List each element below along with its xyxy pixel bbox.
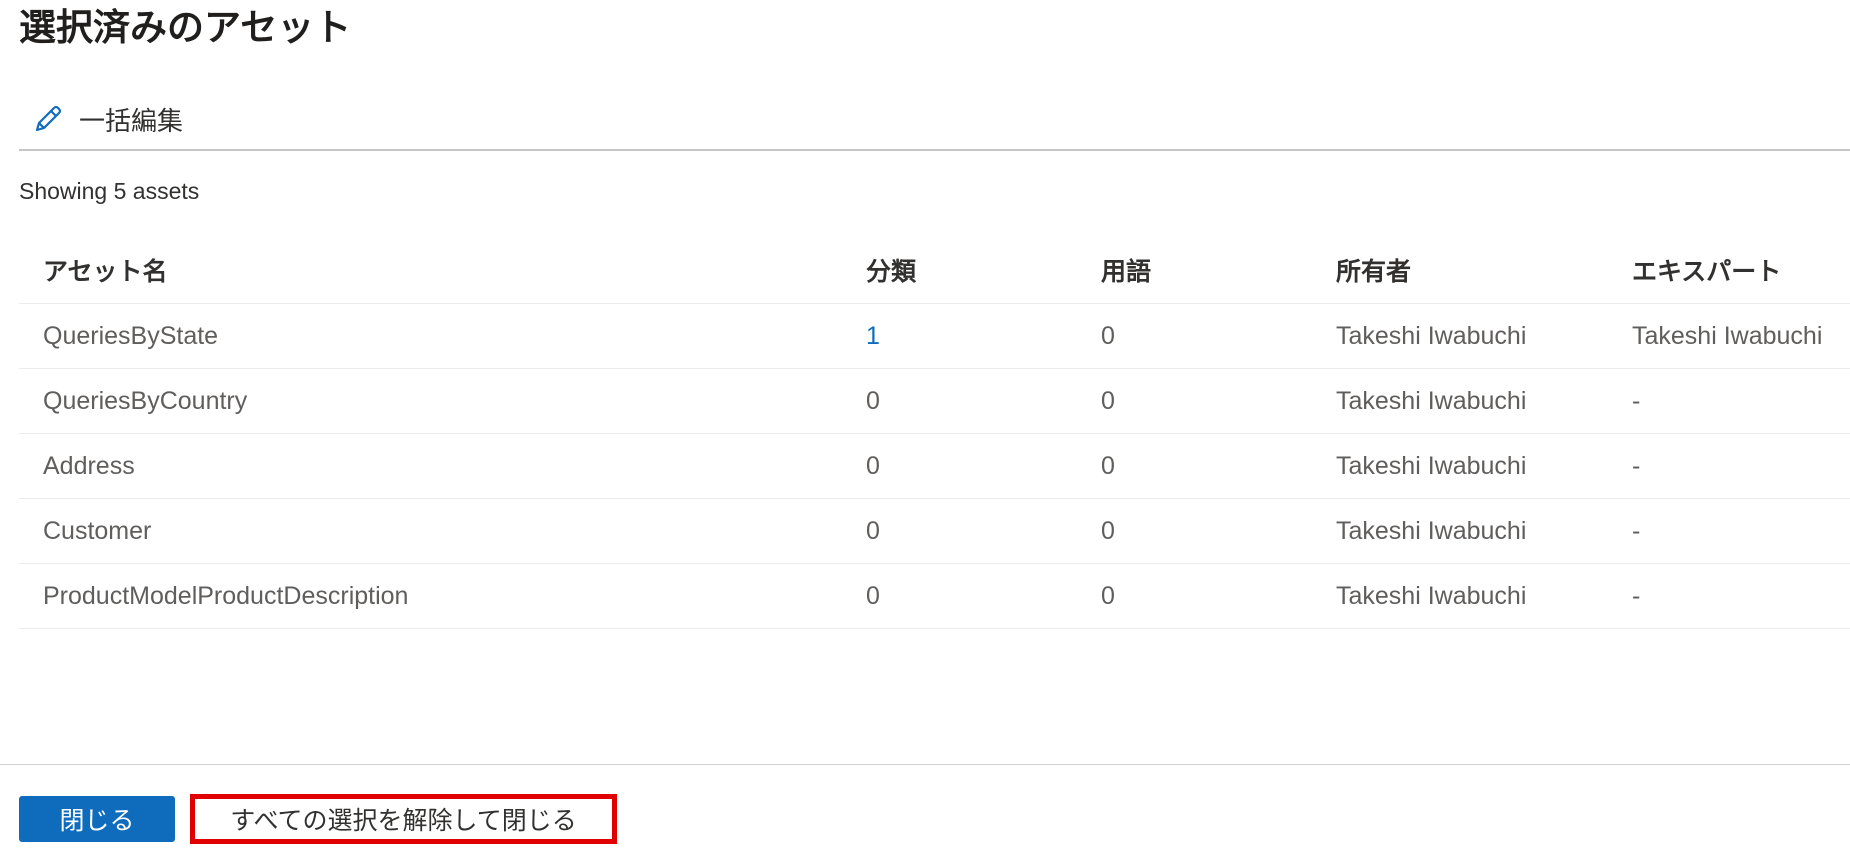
asset-name-cell: Customer [43, 516, 152, 545]
classification-count-cell: 0 [866, 581, 880, 610]
term-count-cell: 0 [1101, 451, 1115, 480]
column-header-classification[interactable]: 分類 [866, 237, 916, 303]
expert-cell: - [1632, 386, 1641, 415]
term-count-cell: 0 [1101, 321, 1115, 350]
asset-count-text: Showing 5 assets [19, 178, 200, 204]
asset-name-cell: QueriesByState [43, 321, 219, 350]
owner-cell: Takeshi Iwabuchi [1336, 516, 1527, 545]
asset-name-cell: Address [43, 451, 135, 480]
selected-assets-panel: 選択済みのアセット 一括編集 Showing 5 assets アセット名 分類… [0, 0, 1850, 868]
asset-name-cell: QueriesByCountry [43, 386, 248, 415]
owner-cell: Takeshi Iwabuchi [1336, 321, 1527, 350]
classification-count-cell: 0 [866, 386, 880, 415]
bulk-edit-label: 一括編集 [79, 105, 184, 136]
table-row[interactable]: Customer 0 0 Takeshi Iwabuchi - [19, 499, 1850, 564]
toolbar: 一括編集 [19, 89, 1850, 151]
page-title: 選択済みのアセット [19, 7, 352, 48]
column-header-glossary-term[interactable]: 用語 [1101, 237, 1151, 303]
term-count-cell: 0 [1101, 386, 1115, 415]
bulk-edit-button[interactable]: 一括編集 [31, 99, 183, 139]
term-count-cell: 0 [1101, 581, 1115, 610]
assets-table: アセット名 分類 用語 所有者 エキスパート QueriesByState 1 … [19, 237, 1850, 629]
owner-cell: Takeshi Iwabuchi [1336, 451, 1527, 480]
table-row[interactable]: Address 0 0 Takeshi Iwabuchi - [19, 434, 1850, 499]
table-row[interactable]: ProductModelProductDescription 0 0 Takes… [19, 564, 1850, 629]
expert-cell: - [1632, 516, 1641, 545]
table-header: アセット名 分類 用語 所有者 エキスパート [19, 237, 1850, 304]
owner-cell: Takeshi Iwabuchi [1336, 581, 1527, 610]
owner-cell: Takeshi Iwabuchi [1336, 386, 1527, 415]
expert-cell: - [1632, 451, 1641, 480]
table-row[interactable]: QueriesByState 1 0 Takeshi Iwabuchi Take… [19, 304, 1850, 369]
expert-cell: - [1632, 581, 1641, 610]
term-count-cell: 0 [1101, 516, 1115, 545]
asset-name-cell: ProductModelProductDescription [43, 581, 409, 610]
classification-count-cell: 0 [866, 451, 880, 480]
column-header-expert[interactable]: エキスパート [1632, 237, 1781, 303]
classification-count-link[interactable]: 1 [866, 304, 880, 368]
classification-count-cell: 0 [866, 516, 880, 545]
column-header-asset-name[interactable]: アセット名 [43, 237, 168, 303]
expert-cell: Takeshi Iwabuchi [1632, 321, 1823, 350]
table-row[interactable]: QueriesByCountry 0 0 Takeshi Iwabuchi - [19, 369, 1850, 434]
column-header-owner[interactable]: 所有者 [1336, 237, 1411, 303]
deselect-all-and-close-button[interactable]: すべての選択を解除して閉じる [190, 794, 617, 844]
close-button[interactable]: 閉じる [19, 796, 175, 842]
footer-divider [0, 764, 1850, 765]
pencil-icon [35, 105, 62, 132]
